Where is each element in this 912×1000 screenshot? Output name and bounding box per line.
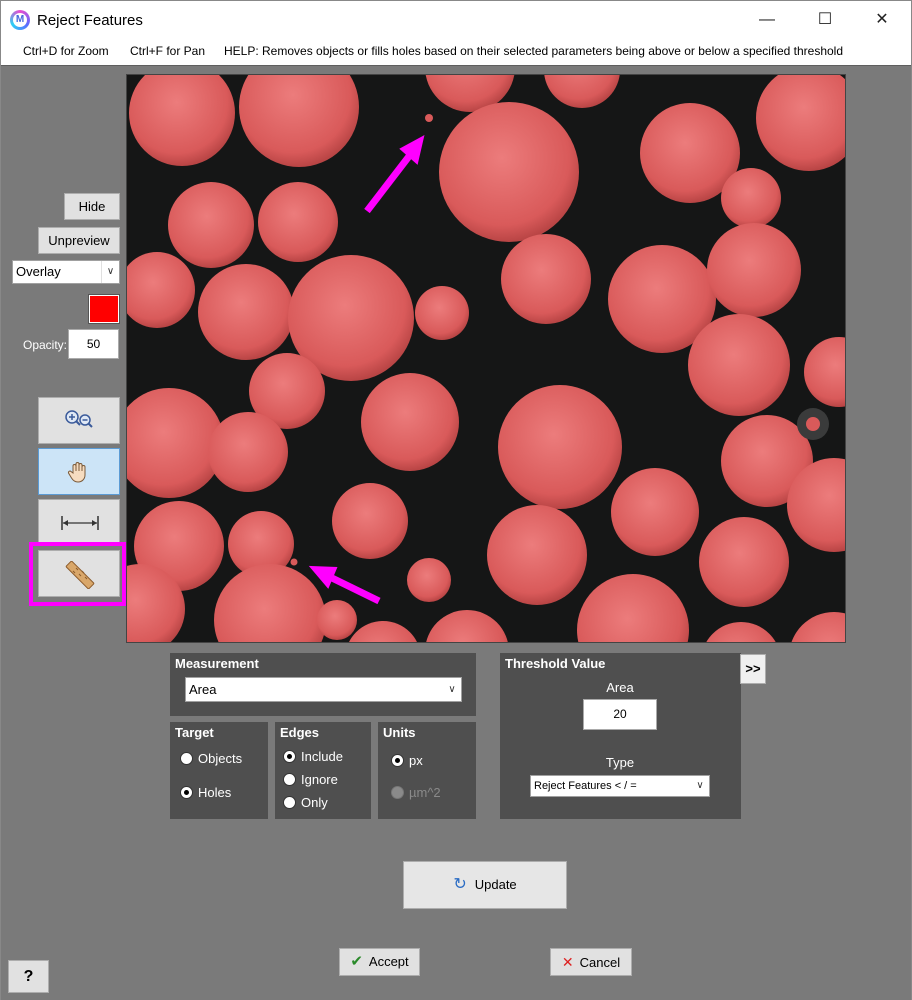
particle-overlay-image	[127, 75, 845, 642]
threshold-type-value: Reject Features < / =	[534, 780, 637, 792]
app-icon-letter: M	[13, 13, 27, 27]
hand-icon	[67, 462, 86, 483]
overlay-mode-value: Overlay	[16, 264, 61, 279]
overlay-mode-select[interactable]: Overlay ∨	[12, 260, 120, 284]
units-px-label: px	[409, 753, 423, 768]
radio-selected-icon	[391, 754, 404, 767]
cancel-label: Cancel	[579, 955, 621, 970]
threshold-measure-label: Area	[606, 680, 634, 695]
target-objects-radio[interactable]: Objects	[180, 751, 242, 766]
measurement-select[interactable]: Area ∨	[185, 677, 462, 702]
title-bar[interactable]: M Reject Features — ☐ ✕	[1, 1, 911, 39]
reject-features-window: M Reject Features — ☐ ✕ Ctrl+D for Zoom …	[0, 0, 912, 1000]
edges-include-radio[interactable]: Include	[283, 749, 343, 764]
window-title: Reject Features	[37, 12, 143, 29]
chevron-down-icon: ∨	[448, 684, 456, 695]
radio-selected-icon	[180, 786, 193, 799]
accept-button[interactable]: ✔ Accept	[339, 948, 420, 976]
ruler-tool-highlight	[29, 542, 126, 606]
minimize-button[interactable]: —	[738, 1, 796, 39]
close-button[interactable]: ✕	[853, 1, 911, 39]
app-icon: M	[10, 10, 30, 30]
units-title: Units	[383, 725, 416, 740]
expand-button[interactable]: >>	[740, 654, 766, 684]
units-px-radio[interactable]: px	[391, 753, 423, 768]
edges-include-label: Include	[301, 749, 343, 764]
target-title: Target	[175, 725, 214, 740]
chevron-down-icon: ∨	[696, 780, 704, 791]
unpreview-button[interactable]: Unpreview	[38, 227, 120, 254]
target-panel: Target Objects Holes	[170, 722, 268, 819]
edges-panel: Edges Include Ignore Only	[275, 722, 371, 819]
threshold-type-label: Type	[605, 755, 635, 770]
zoom-in-out-icon	[65, 410, 93, 428]
chevron-down-icon: ∨	[101, 261, 119, 283]
zoom-tool-button[interactable]	[38, 397, 120, 444]
units-um2-label: µm^2	[409, 785, 441, 800]
units-um2-radio[interactable]: µm^2	[391, 785, 441, 800]
measure-distance-icon	[61, 516, 99, 530]
maximize-button[interactable]: ☐	[796, 1, 854, 39]
edges-ignore-radio[interactable]: Ignore	[283, 772, 338, 787]
target-objects-label: Objects	[198, 751, 243, 766]
help-text: HELP: Removes objects or fills holes bas…	[224, 44, 844, 58]
target-holes-label: Holes	[198, 785, 232, 800]
threshold-panel: Threshold Value Area 20 Type Reject Feat…	[500, 653, 741, 819]
zoom-hint: Ctrl+D for Zoom	[23, 44, 109, 58]
pan-hint: Ctrl+F for Pan	[130, 44, 206, 58]
accept-label: Accept	[368, 954, 409, 969]
target-holes-radio[interactable]: Holes	[180, 785, 231, 800]
close-icon: ✕	[561, 954, 574, 970]
threshold-value-input[interactable]: 20	[583, 699, 657, 730]
threshold-title: Threshold Value	[505, 656, 606, 671]
units-panel: Units px µm^2	[378, 722, 476, 819]
radio-disabled-icon	[391, 786, 404, 799]
radio-icon	[283, 773, 296, 786]
pan-tool-button[interactable]	[38, 448, 120, 495]
radio-icon	[180, 752, 193, 765]
edges-ignore-label: Ignore	[301, 772, 338, 787]
edges-only-radio[interactable]: Only	[283, 795, 328, 810]
refresh-icon: ↻	[453, 876, 467, 893]
overlay-color-swatch[interactable]	[88, 294, 120, 324]
measure-tool-button[interactable]	[38, 499, 120, 546]
measurement-title: Measurement	[175, 656, 259, 671]
radio-selected-icon	[283, 750, 296, 763]
hide-button[interactable]: Hide	[64, 193, 120, 220]
opacity-input[interactable]: 50	[68, 329, 119, 359]
measurement-value: Area	[189, 682, 217, 697]
edges-title: Edges	[280, 725, 320, 740]
cancel-button[interactable]: ✕ Cancel	[550, 948, 632, 976]
checkmark-icon: ✔	[350, 953, 363, 970]
edges-only-label: Only	[301, 795, 328, 810]
client-area: Hide Unpreview Overlay ∨ Opacity: 50 Mea…	[1, 65, 911, 1000]
measurement-panel: Measurement Area ∨	[170, 653, 476, 716]
help-button[interactable]: ?	[8, 960, 49, 993]
help-bar: Ctrl+D for Zoom Ctrl+F for Pan HELP: Rem…	[1, 39, 911, 65]
update-label: Update	[474, 877, 517, 892]
opacity-label: Opacity:	[23, 338, 68, 352]
radio-icon	[283, 796, 296, 809]
image-preview[interactable]	[126, 74, 846, 643]
threshold-type-select[interactable]: Reject Features < / = ∨	[530, 775, 710, 797]
update-button[interactable]: ↻ Update	[403, 861, 567, 909]
